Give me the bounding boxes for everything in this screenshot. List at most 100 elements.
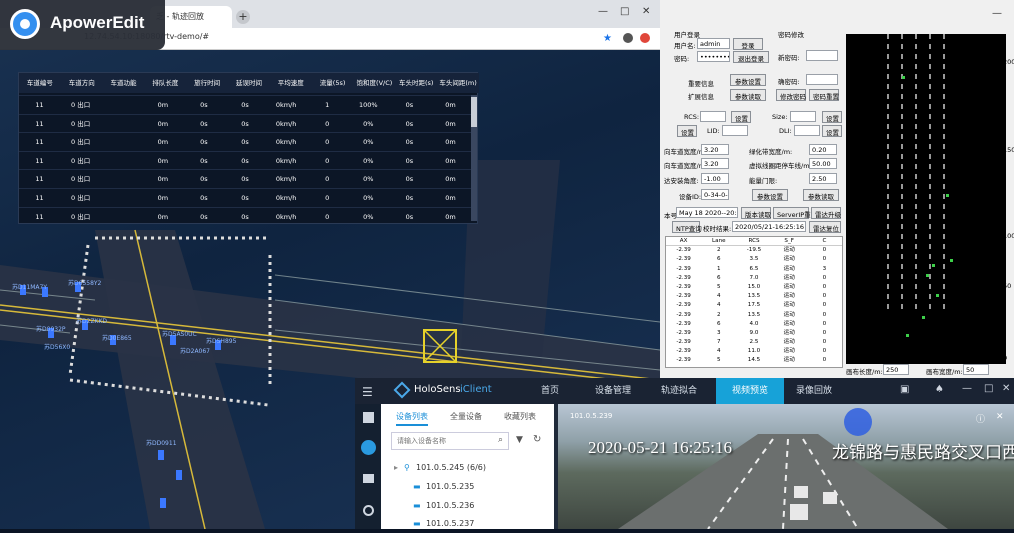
dev-param-read-button[interactable]: 参数读取 bbox=[803, 189, 839, 201]
tree-root[interactable]: 101.0.5.245 (6/6) bbox=[416, 463, 486, 472]
search-icon[interactable]: ⌕ bbox=[498, 435, 503, 445]
g2-input[interactable]: 50.00 bbox=[809, 158, 837, 169]
nav-playback[interactable]: 录像回放 bbox=[786, 378, 842, 404]
newpwd-input[interactable] bbox=[806, 50, 838, 61]
nav-home[interactable]: 首页 bbox=[524, 378, 576, 404]
g1-input[interactable]: 0.20 bbox=[809, 144, 837, 155]
device-item[interactable]: 101.0.5.236 bbox=[426, 501, 474, 510]
table-row[interactable]: -2.39 4 13.5 运动 0 bbox=[666, 292, 842, 301]
video-close-icon[interactable]: ✕ bbox=[996, 412, 1004, 422]
dev-param-set-button[interactable]: 参数设置 bbox=[752, 189, 788, 201]
wid-input[interactable]: 50 bbox=[963, 364, 989, 375]
home-icon[interactable] bbox=[363, 412, 374, 423]
param-set-button[interactable]: 参数设置 bbox=[730, 74, 766, 86]
chk-important[interactable]: 重要信息 bbox=[688, 78, 714, 88]
table-row[interactable]: 11 0 出口 0m 0s 0s 0km/h 0 0% 0s 0m bbox=[19, 150, 471, 170]
bell-icon[interactable]: ♠ bbox=[935, 384, 944, 395]
tab-device-list[interactable]: 设备列表 bbox=[396, 411, 428, 426]
table-row[interactable]: 11 0 出口 0m 0s 0s 0km/h 0 0% 0s 0m bbox=[19, 169, 471, 188]
chk-extended[interactable]: 扩展信息 bbox=[688, 91, 714, 101]
radar-reset-button[interactable]: 雷达复位 bbox=[809, 221, 841, 233]
logout-button[interactable]: 退出登录 bbox=[733, 51, 769, 63]
f2-input[interactable]: 3.20 bbox=[701, 158, 729, 169]
table-cell: 运动 bbox=[783, 339, 795, 346]
serverip-reset-button[interactable]: ServerIP重置 bbox=[773, 207, 817, 219]
close-icon[interactable]: ✕ bbox=[1002, 383, 1010, 394]
window-min-button[interactable]: — bbox=[992, 8, 1002, 19]
minimize-button[interactable]: — bbox=[598, 6, 608, 17]
maximize-button[interactable]: □ bbox=[620, 6, 629, 17]
table-row[interactable]: -2.39 4 17.5 运动 0 bbox=[666, 301, 842, 310]
table-row[interactable]: -2.39 6 7.0 运动 0 bbox=[666, 274, 842, 283]
size-set-button[interactable]: 设置 bbox=[822, 111, 842, 123]
f1-input[interactable]: 3.20 bbox=[701, 144, 729, 155]
filter-icon[interactable]: ▼ bbox=[516, 435, 523, 445]
login-button[interactable]: 登录 bbox=[733, 38, 763, 50]
param-read-button[interactable]: 参数读取 bbox=[730, 89, 766, 101]
nav-device-mgmt[interactable]: 设备管理 bbox=[584, 378, 642, 404]
table-row[interactable]: 11 0 出口 0m 0s 0s 0km/h 1 100% 0s 0m bbox=[19, 95, 471, 114]
rcs-input[interactable] bbox=[700, 111, 726, 122]
reset-pwd-button[interactable]: 密码重置 bbox=[809, 89, 839, 101]
table-row[interactable]: 11 0 出口 0m 0s 0s 0km/h 0 0% 0s 0m bbox=[19, 206, 471, 226]
profile-icon[interactable] bbox=[623, 33, 633, 43]
table-row[interactable]: 11 0 出口 0m 0s 0s 0km/h 0 0% 0s 0m bbox=[19, 132, 471, 151]
table-row[interactable]: -2.39 6 3.5 运动 0 bbox=[666, 255, 842, 264]
table-row[interactable]: -2.39 4 11.0 运动 0 bbox=[666, 347, 842, 356]
ver-read-button[interactable]: 版本读取 bbox=[741, 207, 771, 219]
confirm-input[interactable] bbox=[806, 74, 838, 85]
modify-pwd-button[interactable]: 修改密码 bbox=[776, 89, 806, 101]
ntp-button[interactable]: NTP查询 bbox=[672, 221, 702, 233]
expand-icon[interactable]: ▸ bbox=[394, 463, 398, 472]
radar-upgrade-button[interactable]: 雷达升级 bbox=[811, 207, 841, 219]
lid-input[interactable] bbox=[722, 125, 748, 136]
new-tab-button[interactable]: + bbox=[236, 10, 250, 24]
nav-track-fit[interactable]: 轨迹拟合 bbox=[650, 378, 708, 404]
table-row[interactable]: -2.39 1 6.5 运动 3 bbox=[666, 265, 842, 274]
search-user-icon[interactable] bbox=[363, 505, 374, 516]
timing-input[interactable]: 2020/05/21-16:25:16 912 bbox=[732, 221, 806, 232]
device-item[interactable]: 101.0.5.235 bbox=[426, 482, 474, 491]
g3-input[interactable]: 2.50 bbox=[809, 173, 837, 184]
table-cell: 0s bbox=[405, 156, 414, 165]
tab-all-devices[interactable]: 全量设备 bbox=[450, 411, 482, 422]
len-input[interactable]: 250 bbox=[883, 364, 909, 375]
table-row[interactable]: -2.39 3 9.0 运动 0 bbox=[666, 329, 842, 338]
maximize-icon[interactable]: □ bbox=[984, 383, 993, 394]
table-row[interactable]: -2.39 2 -19.5 运动 0 bbox=[666, 246, 842, 255]
dli-input[interactable] bbox=[794, 125, 820, 136]
table-cell: 6.5 bbox=[749, 265, 759, 272]
scroll-thumb[interactable] bbox=[471, 97, 477, 127]
table-row[interactable]: -2.39 5 14.5 运动 0 bbox=[666, 356, 842, 365]
user-input[interactable]: admin bbox=[697, 38, 730, 49]
device-item[interactable]: 101.0.5.237 bbox=[426, 519, 474, 528]
menu-icon[interactable]: ☰ bbox=[362, 385, 373, 399]
pwd-input[interactable]: •••••••• bbox=[697, 51, 730, 62]
table-row[interactable]: 11 0 出口 0m 0s 0s 0km/h 0 0% 0s 0m bbox=[19, 188, 471, 207]
device-icon[interactable] bbox=[361, 440, 376, 455]
table-row[interactable]: -2.39 7 2.5 运动 0 bbox=[666, 338, 842, 347]
dli-set-button[interactable]: 设置 bbox=[822, 125, 842, 137]
camera-icon[interactable] bbox=[363, 474, 374, 483]
star-icon[interactable]: ★ bbox=[603, 33, 612, 44]
extension-icon[interactable] bbox=[640, 33, 650, 43]
table-row[interactable]: -2.39 2 13.5 运动 0 bbox=[666, 311, 842, 320]
f3-input[interactable]: -1.00 bbox=[701, 173, 729, 184]
nav-video-preview[interactable]: 视频预览 bbox=[716, 378, 784, 404]
close-button[interactable]: ✕ bbox=[642, 6, 650, 17]
ver-input[interactable]: May 18 2020--20:20:29 bbox=[676, 207, 738, 218]
tab-favorites[interactable]: 收藏列表 bbox=[504, 411, 536, 422]
table-row[interactable]: -2.39 6 4.0 运动 0 bbox=[666, 320, 842, 329]
minimize-icon[interactable]: — bbox=[962, 383, 972, 394]
clipboard-icon[interactable]: ▣ bbox=[900, 384, 909, 395]
rcs-set-button[interactable]: 设置 bbox=[731, 111, 751, 123]
refresh-icon[interactable]: ↻ bbox=[533, 434, 541, 445]
info-icon[interactable]: ⓘ bbox=[976, 412, 985, 425]
size-input[interactable] bbox=[790, 111, 816, 122]
table-row[interactable]: 11 0 出口 0m 0s 0s 0km/h 0 0% 0s 0m bbox=[19, 113, 471, 133]
device-search-input[interactable] bbox=[391, 432, 509, 450]
table-row[interactable]: -2.39 5 15.0 运动 0 bbox=[666, 283, 842, 292]
video-preview[interactable] bbox=[558, 404, 1014, 530]
f4-input[interactable]: 0-34-0-35 bbox=[701, 189, 729, 200]
set-button[interactable]: 设置 bbox=[677, 125, 697, 137]
